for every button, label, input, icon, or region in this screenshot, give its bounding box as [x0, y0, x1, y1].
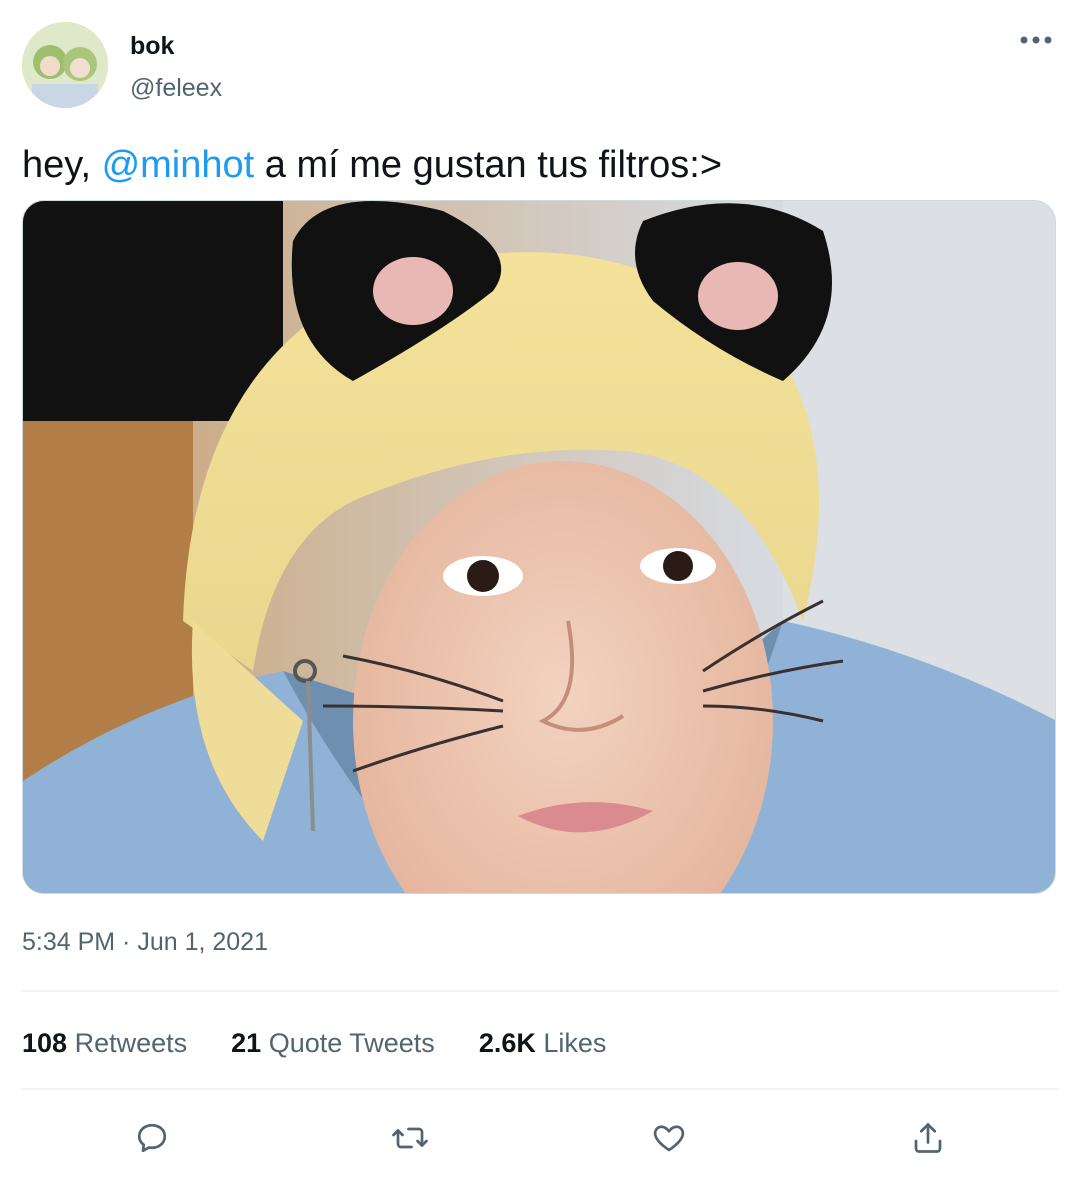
reply-icon: [137, 1123, 167, 1153]
more-icon: [1020, 36, 1052, 44]
retweets-count: 108: [22, 1028, 68, 1058]
action-bar: [0, 1110, 1080, 1166]
quote-tweets-label: Quote Tweets: [268, 1028, 435, 1058]
tweet-stats: 108 Retweets 21 Quote Tweets 2.6K Likes: [22, 1024, 606, 1062]
divider-top: [22, 990, 1058, 992]
retweet-icon: [392, 1127, 428, 1149]
quote-tweets-stat[interactable]: 21 Quote Tweets: [231, 1024, 435, 1062]
avatar-image: [22, 22, 108, 108]
tweet-timestamp[interactable]: 5:34 PM · Jun 1, 2021: [22, 928, 268, 957]
retweet-button[interactable]: [382, 1110, 438, 1166]
tweet-text-start: hey,: [22, 144, 102, 186]
likes-label: Likes: [543, 1028, 607, 1058]
display-name[interactable]: bok: [130, 32, 174, 61]
tweet-photo[interactable]: [22, 200, 1056, 894]
retweets-stat[interactable]: 108 Retweets: [22, 1024, 187, 1062]
likes-stat[interactable]: 2.6K Likes: [479, 1024, 607, 1062]
reply-button[interactable]: [124, 1110, 180, 1166]
more-options-button[interactable]: [1016, 22, 1056, 58]
mention-link[interactable]: @minhot: [102, 144, 255, 186]
share-button[interactable]: [900, 1110, 956, 1166]
divider-bottom: [22, 1088, 1058, 1090]
tweet-text-end: a mí me gustan tus filtros:>: [254, 144, 723, 186]
user-handle[interactable]: @feleex: [130, 74, 222, 103]
avatar[interactable]: [22, 22, 108, 108]
heart-icon: [653, 1125, 685, 1152]
likes-count: 2.6K: [478, 1028, 536, 1058]
quote-tweets-count: 21: [231, 1028, 262, 1058]
like-button[interactable]: [641, 1110, 697, 1166]
share-icon: [914, 1123, 942, 1153]
tweet-text: hey, @minhot a mí me gustan tus filtros:…: [22, 142, 722, 188]
retweets-label: Retweets: [74, 1028, 188, 1058]
photo-image: [23, 201, 1055, 893]
